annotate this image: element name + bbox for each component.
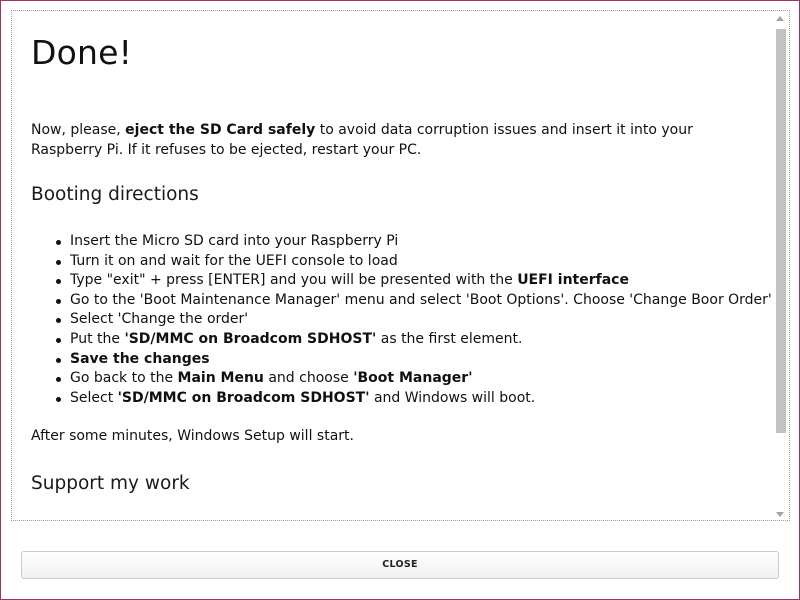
direction-item: Put the 'SD/MMC on Broadcom SDHOST' as t…: [31, 330, 771, 350]
direction-item: Insert the Micro SD card into your Raspb…: [31, 232, 771, 252]
page-title: Done!: [31, 33, 133, 72]
scroll-down-arrow-icon[interactable]: [776, 512, 784, 517]
intro-paragraph: Now, please, eject the SD Card safely to…: [31, 121, 761, 160]
scrollbar-thumb[interactable]: [776, 29, 786, 433]
vertical-scrollbar[interactable]: [774, 12, 788, 520]
direction-item: Select 'Change the order': [31, 310, 771, 330]
scroll-up-arrow-icon[interactable]: [776, 16, 784, 21]
direction-item: Save the changes: [31, 350, 771, 370]
direction-item: Turn it on and wait for the UEFI console…: [31, 252, 771, 272]
booting-directions-heading: Booting directions: [31, 184, 199, 205]
direction-item: Go back to the Main Menu and choose 'Boo…: [31, 369, 771, 389]
booting-directions-list: Insert the Micro SD card into your Raspb…: [31, 232, 772, 409]
support-heading: Support my work: [31, 473, 190, 494]
close-button[interactable]: CLOSE: [21, 551, 779, 579]
content-scroll-panel[interactable]: Done! Now, please, eject the SD Card saf…: [11, 10, 790, 521]
after-text: After some minutes, Windows Setup will s…: [31, 428, 354, 444]
direction-item: Select 'SD/MMC on Broadcom SDHOST' and W…: [31, 389, 771, 409]
intro-emphasis: eject the SD Card safely: [125, 122, 316, 138]
direction-item: Type "exit" + press [ENTER] and you will…: [31, 271, 771, 291]
direction-item: Go to the 'Boot Maintenance Manager' men…: [31, 291, 772, 311]
intro-text-1: Now, please,: [31, 122, 126, 138]
